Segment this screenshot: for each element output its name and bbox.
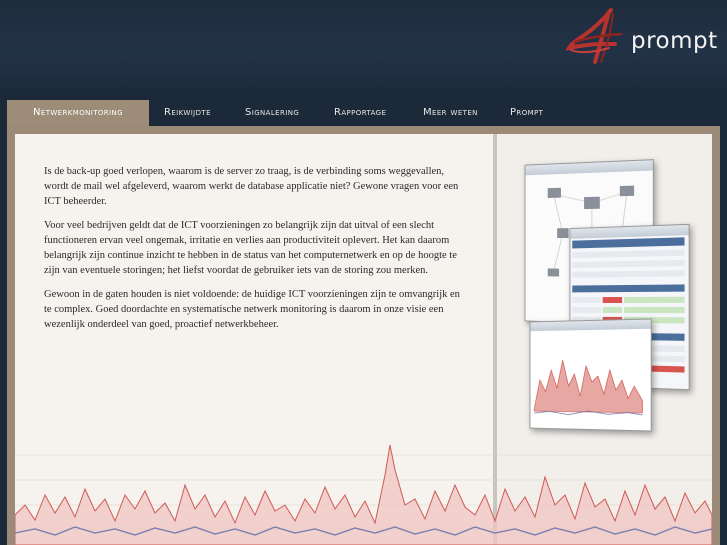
nav-item-signalering[interactable]: Signalering (245, 100, 299, 126)
nav-item-reikwijdte[interactable]: Reikwijdte (164, 100, 211, 126)
main-navigation: Netwerkmonitoring Reikwijdte Signalering… (0, 100, 727, 126)
intro-text: Is de back-up goed verlopen, waarom is d… (44, 164, 464, 341)
nav-item-prompt[interactable]: Prompt (510, 100, 543, 126)
nav-item-meer-weten[interactable]: Meer weten (423, 100, 478, 126)
brand-logo[interactable]: prompt (565, 6, 718, 68)
traffic-mini-chart (530, 329, 648, 429)
paragraph: Voor veel bedrijven geldt dat de ICT voo… (44, 220, 457, 276)
nav-item-rapportage[interactable]: Rapportage (334, 100, 386, 126)
paragraph: Is de back-up goed verlopen, waarom is d… (44, 166, 459, 207)
content-panel: Is de back-up goed verlopen, waarom is d… (15, 134, 712, 545)
brand-name: prompt (631, 28, 718, 54)
paragraph: Gewoon in de gaten houden is niet voldoe… (44, 289, 460, 330)
stylized-4-logo-icon (565, 8, 623, 64)
header: prompt (0, 0, 727, 90)
nav-item-netwerkmonitoring[interactable]: Netwerkmonitoring (7, 100, 149, 126)
traffic-graph-screenshot (529, 318, 652, 432)
traffic-background-chart (15, 444, 712, 545)
